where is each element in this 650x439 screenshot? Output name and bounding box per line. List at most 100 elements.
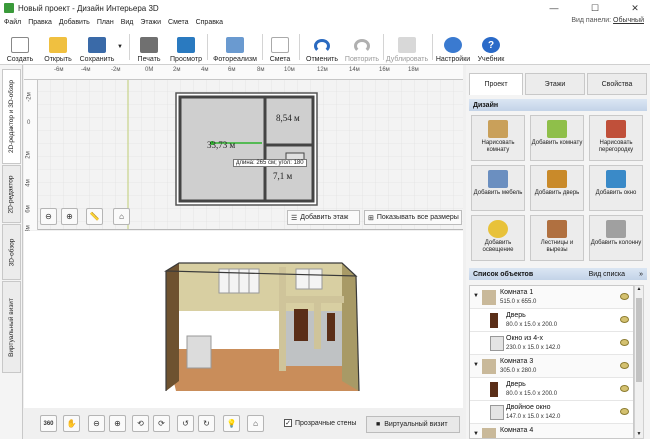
list-item[interactable]: Дверь 80.0 x 15.0 x 200.0 bbox=[470, 309, 633, 332]
add-furniture-button[interactable]: Добавить мебель bbox=[471, 165, 525, 211]
visibility-eye-icon[interactable] bbox=[620, 408, 629, 415]
panel-view[interactable]: Вид панели: Обычный bbox=[571, 17, 644, 24]
visibility-eye-icon[interactable] bbox=[620, 316, 629, 323]
rotate-right-button[interactable]: ↻ bbox=[198, 415, 215, 432]
menu-help[interactable]: Справка bbox=[196, 19, 223, 26]
save-dropdown-icon[interactable]: ▼ bbox=[116, 30, 124, 63]
title-bar: Новый проект - Дизайн Интерьера 3D — ☐ ✕ bbox=[0, 0, 650, 16]
collapse-icon[interactable]: ▼ bbox=[473, 293, 479, 299]
collapse-icon[interactable]: ▼ bbox=[473, 431, 479, 437]
add-room-button[interactable]: Добавить комнату bbox=[530, 115, 584, 161]
home-3d-button[interactable]: ⌂ bbox=[247, 415, 264, 432]
draw-partition-button[interactable]: Нарисовать перегородку bbox=[589, 115, 643, 161]
chevron-icon[interactable]: » bbox=[639, 271, 643, 278]
menu-estimate[interactable]: Смета bbox=[168, 19, 189, 26]
list-item[interactable]: Двойное окно 147.0 x 15.0 x 142.0 bbox=[470, 401, 633, 424]
house-3d-model bbox=[163, 262, 360, 392]
tab-2d-3d[interactable]: 2D-редактор и 3D-обзор bbox=[2, 69, 21, 164]
rotate-360-button[interactable]: 360 bbox=[40, 415, 57, 432]
menu-file[interactable]: Файл bbox=[4, 19, 21, 26]
menu-view[interactable]: Вид bbox=[121, 19, 134, 26]
view-3d[interactable] bbox=[24, 231, 463, 408]
view-list-toggle[interactable]: Вид списка bbox=[589, 271, 625, 278]
lighting-button[interactable]: 💡 bbox=[223, 415, 240, 432]
list-item[interactable]: Дверь 80.0 x 15.0 x 200.0 bbox=[470, 378, 633, 401]
panel-view-value[interactable]: Обычный bbox=[613, 17, 644, 24]
home-icon: ⌂ bbox=[253, 419, 258, 428]
list-item[interactable]: Окно из 4-х 230.0 x 15.0 x 142.0 bbox=[470, 332, 633, 355]
visibility-eye-icon[interactable] bbox=[620, 339, 629, 346]
redo-button[interactable]: Повторить bbox=[343, 30, 381, 63]
settings-button[interactable]: Настройки bbox=[436, 30, 470, 63]
zoom-out-3d-button[interactable]: ⊖ bbox=[88, 415, 105, 432]
add-window-button[interactable]: Добавить окно bbox=[589, 165, 643, 211]
list-item[interactable]: ▼ Комната 4 bbox=[470, 424, 633, 438]
ruler-mark: 4м bbox=[201, 67, 209, 73]
list-item[interactable]: ▼ Комната 3 305.0 x 280.0 bbox=[470, 355, 633, 378]
toolbar-divider bbox=[207, 34, 208, 60]
add-floor-button[interactable]: ☰ Добавить этаж bbox=[287, 210, 360, 225]
transparent-walls-checkbox[interactable]: ✓ bbox=[284, 419, 292, 427]
orbit-button[interactable]: ⟲ bbox=[132, 415, 149, 432]
tab-2d-editor[interactable]: 2D-редактор bbox=[2, 165, 21, 223]
open-button[interactable]: Открыть bbox=[43, 30, 73, 63]
home-button[interactable]: ⌂ bbox=[113, 208, 130, 225]
zoom-in-button[interactable]: ⊕ bbox=[61, 208, 78, 225]
maximize-button[interactable]: ☐ bbox=[581, 0, 609, 16]
tab-properties[interactable]: Свойства bbox=[587, 73, 647, 95]
tab-project[interactable]: Проект bbox=[469, 73, 523, 95]
visibility-eye-icon[interactable] bbox=[620, 385, 629, 392]
tilt-button[interactable]: ⟳ bbox=[153, 415, 170, 432]
scroll-down-icon[interactable]: ▼ bbox=[635, 431, 643, 437]
estimate-button[interactable]: Смета bbox=[267, 30, 293, 63]
create-button[interactable]: Создать bbox=[5, 30, 35, 63]
zoom-out-button[interactable]: ⊖ bbox=[40, 208, 57, 225]
window-icon bbox=[606, 170, 626, 188]
scroll-up-icon[interactable]: ▲ bbox=[635, 286, 643, 292]
zoom-in-3d-button[interactable]: ⊕ bbox=[109, 415, 126, 432]
object-list-scrollbar[interactable]: ▲ ▼ bbox=[634, 285, 644, 439]
menu-floors[interactable]: Этажи bbox=[140, 19, 161, 26]
ruler-button[interactable]: 📏 bbox=[86, 208, 103, 225]
rotate-left-button[interactable]: ↺ bbox=[177, 415, 194, 432]
zoom-in-icon: ⊕ bbox=[114, 419, 121, 428]
add-lighting-button[interactable]: Добавить освещение bbox=[471, 215, 525, 261]
plan-canvas[interactable]: 33,73 м 8,54 м 7,1 м длина: 265 см; угол… bbox=[24, 65, 463, 230]
duplicate-button[interactable]: Дублировать bbox=[386, 30, 428, 63]
show-all-sizes-button[interactable]: ⊞ Показывать все размеры bbox=[364, 210, 462, 225]
undo-button[interactable]: Отменить bbox=[304, 30, 340, 63]
tutorial-button[interactable]: ? Учебник bbox=[476, 30, 506, 63]
menu-add[interactable]: Добавить bbox=[59, 19, 90, 26]
print-button[interactable]: Печать bbox=[135, 30, 163, 63]
ruler-mark: 0М bbox=[145, 67, 154, 73]
visibility-eye-icon[interactable] bbox=[620, 293, 629, 300]
preview-button[interactable]: Просмотр bbox=[170, 30, 202, 63]
scroll-thumb[interactable] bbox=[636, 298, 642, 382]
list-item[interactable]: ▼ Комната 1 515.0 x 655.0 bbox=[470, 286, 633, 309]
menu-edit[interactable]: Правка bbox=[28, 19, 52, 26]
draw-room-button[interactable]: Нарисовать комнату bbox=[471, 115, 525, 161]
object-list: ▼ Комната 1 515.0 x 655.0 Дверь 80.0 x 1… bbox=[469, 285, 634, 439]
virtual-visit-button[interactable]: ■ Виртуальный визит bbox=[366, 416, 460, 433]
stairs-cutouts-button[interactable]: Лестницы и вырезы bbox=[530, 215, 584, 261]
visibility-eye-icon[interactable] bbox=[620, 362, 629, 369]
collapse-icon[interactable]: ▼ bbox=[473, 362, 479, 368]
menu-plan[interactable]: План bbox=[97, 19, 114, 26]
tab-virtual-visit[interactable]: Виртуальный визит bbox=[2, 281, 21, 373]
add-column-button[interactable]: Добавить колонну bbox=[589, 215, 643, 261]
hand-pan-button[interactable]: ✋ bbox=[63, 415, 80, 432]
room-icon bbox=[482, 359, 496, 374]
close-button[interactable]: ✕ bbox=[621, 0, 649, 16]
photorealism-button[interactable]: Фотореализм bbox=[212, 30, 258, 63]
save-label: Сохранить bbox=[79, 56, 115, 63]
minimize-button[interactable]: — bbox=[540, 0, 568, 16]
tab-3d-view[interactable]: 3D-обзор bbox=[2, 224, 21, 280]
door-icon bbox=[490, 313, 498, 328]
transparent-walls-toggle[interactable]: ✓ Прозрачные стены bbox=[284, 419, 356, 427]
column-icon bbox=[606, 220, 626, 238]
add-door-button[interactable]: Добавить дверь bbox=[530, 165, 584, 211]
room-icon bbox=[482, 428, 496, 438]
room1-area-label: 33,73 м bbox=[207, 140, 236, 150]
save-button[interactable]: Сохранить bbox=[79, 30, 115, 63]
tab-floors[interactable]: Этажи bbox=[525, 73, 585, 95]
